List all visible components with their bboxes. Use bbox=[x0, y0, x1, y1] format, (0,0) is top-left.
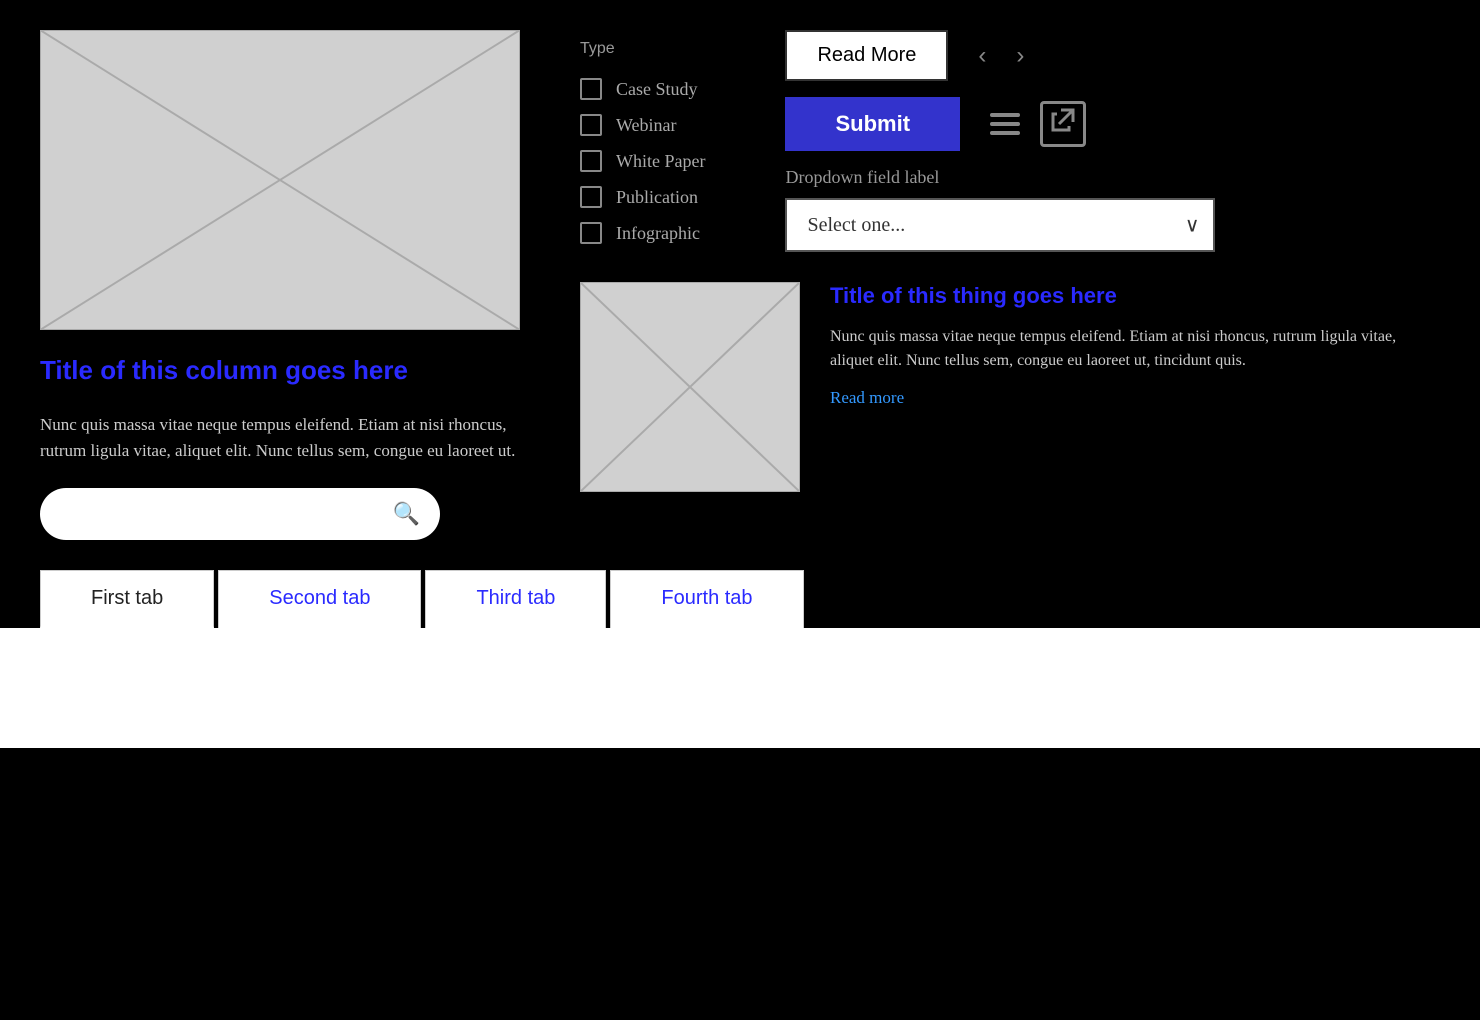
checkbox-label-publication[interactable]: Publication bbox=[616, 187, 698, 208]
external-link-icon[interactable] bbox=[1040, 101, 1086, 147]
column-title: Title of this column goes here bbox=[40, 354, 520, 388]
hamburger-icon[interactable] bbox=[990, 113, 1020, 135]
tab-second[interactable]: Second tab bbox=[218, 570, 421, 628]
checkbox-group: Type Case Study Webinar White Paper Publ… bbox=[580, 30, 705, 244]
search-bar: 🔍 bbox=[40, 488, 440, 540]
type-label: Type bbox=[580, 40, 705, 58]
buttons-area: Read More ‹ › Submit bbox=[785, 30, 1215, 252]
checkbox-label-webinar[interactable]: Webinar bbox=[616, 115, 677, 136]
tab-content-area bbox=[0, 628, 1480, 748]
card-title: Title of this thing goes here bbox=[830, 282, 1440, 311]
checkbox-item-white-paper: White Paper bbox=[580, 150, 705, 172]
top-buttons-row: Read More ‹ › bbox=[785, 30, 1024, 81]
icon-group bbox=[990, 101, 1086, 147]
card-placeholder-image bbox=[580, 282, 800, 492]
nav-arrows: ‹ › bbox=[978, 42, 1024, 70]
checkbox-item-publication: Publication bbox=[580, 186, 705, 208]
checkbox-item-webinar: Webinar bbox=[580, 114, 705, 136]
card-read-more-link[interactable]: Read more bbox=[830, 388, 1440, 408]
read-more-button[interactable]: Read More bbox=[785, 30, 948, 81]
checkbox-white-paper[interactable] bbox=[580, 150, 602, 172]
checkbox-publication[interactable] bbox=[580, 186, 602, 208]
hamburger-line-1 bbox=[990, 113, 1020, 117]
card-section: Title of this thing goes here Nunc quis … bbox=[580, 282, 1440, 492]
checkbox-webinar[interactable] bbox=[580, 114, 602, 136]
checkbox-item-infographic: Infographic bbox=[580, 222, 705, 244]
card-content: Title of this thing goes here Nunc quis … bbox=[830, 282, 1440, 408]
hamburger-line-3 bbox=[990, 131, 1020, 135]
left-column: Title of this column goes here Nunc quis… bbox=[40, 30, 520, 540]
next-arrow-button[interactable]: › bbox=[1016, 42, 1024, 70]
dropdown-select[interactable]: Select one... bbox=[785, 198, 1215, 252]
dropdown-field-label: Dropdown field label bbox=[785, 167, 1215, 188]
checkbox-label-infographic[interactable]: Infographic bbox=[616, 223, 700, 244]
checkbox-infographic[interactable] bbox=[580, 222, 602, 244]
checkbox-label-case-study[interactable]: Case Study bbox=[616, 79, 698, 100]
checkbox-item-case-study: Case Study bbox=[580, 78, 705, 100]
main-container: Title of this column goes here Nunc quis… bbox=[0, 0, 1480, 540]
submit-button[interactable]: Submit bbox=[785, 97, 960, 151]
checkbox-label-white-paper[interactable]: White Paper bbox=[616, 151, 705, 172]
prev-arrow-button[interactable]: ‹ bbox=[978, 42, 986, 70]
submit-row: Submit bbox=[785, 97, 1086, 151]
right-column: Type Case Study Webinar White Paper Publ… bbox=[580, 30, 1440, 540]
tabs-section: First tab Second tab Third tab Fourth ta… bbox=[0, 570, 1480, 748]
tab-third[interactable]: Third tab bbox=[425, 570, 606, 628]
search-input[interactable] bbox=[60, 505, 393, 523]
tabs-bar: First tab Second tab Third tab Fourth ta… bbox=[40, 570, 1480, 628]
left-placeholder-image bbox=[40, 30, 520, 330]
dropdown-wrapper: Select one... bbox=[785, 198, 1215, 252]
column-body: Nunc quis massa vitae neque tempus eleif… bbox=[40, 412, 520, 465]
tab-first[interactable]: First tab bbox=[40, 570, 214, 628]
search-icon[interactable]: 🔍 bbox=[393, 501, 420, 527]
top-section: Type Case Study Webinar White Paper Publ… bbox=[580, 30, 1440, 252]
hamburger-line-2 bbox=[990, 122, 1020, 126]
tab-fourth[interactable]: Fourth tab bbox=[610, 570, 803, 628]
dropdown-section: Dropdown field label Select one... bbox=[785, 167, 1215, 252]
checkbox-case-study[interactable] bbox=[580, 78, 602, 100]
card-body: Nunc quis massa vitae neque tempus eleif… bbox=[830, 325, 1440, 375]
